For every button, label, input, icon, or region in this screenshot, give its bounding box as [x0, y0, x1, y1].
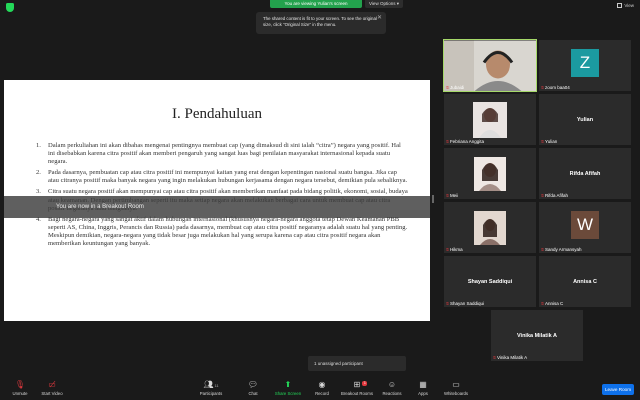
muted-mic-icon: ⦸ — [541, 139, 544, 144]
fit-screen-notice: The shared content is fit to your screen… — [256, 12, 386, 34]
participants-button[interactable]: 👥︎11 Participants — [191, 380, 231, 396]
participant-video — [474, 156, 506, 191]
participant-video — [474, 210, 506, 245]
participant-tile[interactable]: Shayan Saddiqui ⦸Shayan Saddiqui — [444, 256, 536, 307]
view-label: View — [624, 3, 634, 8]
muted-mic-icon: ⦸ — [446, 139, 449, 144]
grid-icon — [617, 3, 623, 9]
participant-name: ⦸Meii — [446, 193, 459, 198]
muted-mic-icon: ⦸ — [446, 301, 449, 306]
participant-name: ⦸Febriana Anggita — [446, 139, 484, 144]
whiteboards-icon: ▭ — [452, 380, 460, 389]
participant-tile[interactable]: Z ⦸zoom baa04 — [539, 40, 631, 91]
participant-video — [444, 40, 536, 91]
notice-text: The shared content is fit to your screen… — [263, 16, 377, 27]
record-icon: ◉ — [318, 380, 326, 389]
record-label: Record — [315, 391, 329, 396]
viewing-screen-indicator: You are viewing Yulian's screen — [270, 0, 362, 8]
chat-button[interactable]: 💬︎ Chat — [233, 380, 273, 396]
video-off-icon: ▭̸ — [48, 380, 56, 389]
participant-tile[interactable]: Annisa C ⦸Annisa C — [539, 256, 631, 307]
breakout-badge: 1 — [362, 381, 368, 386]
muted-mic-icon: ⦸ — [446, 193, 449, 198]
item-text: Dalam perkuliahan ini akan dibahas menge… — [48, 142, 401, 166]
item-number: 4. — [36, 215, 41, 223]
participant-tile[interactable]: Rifda Afifah ⦸Rifda Afifah — [539, 148, 631, 199]
panel-resize-handle[interactable] — [432, 195, 434, 203]
participants-label: Participants — [199, 391, 223, 396]
participants-icon: 👥︎11 — [203, 380, 219, 389]
avatar: Z — [571, 49, 599, 78]
participant-tile[interactable]: ⦸Jubaidi — [443, 39, 537, 92]
participant-name: ⦸Yulian — [541, 139, 558, 144]
start-video-label: Start Video — [41, 391, 63, 396]
participant-center-name: Yulian — [576, 116, 594, 123]
muted-mic-icon: ⦸ — [541, 193, 544, 198]
participant-name: ⦸Sandy Armansyah — [541, 247, 582, 252]
participant-tile[interactable]: Yulian ⦸Yulian — [539, 94, 631, 145]
unassigned-participant-notice[interactable]: 1 unassigned participant — [308, 356, 406, 371]
participant-center-name: Annisa C — [573, 278, 597, 285]
participants-count: 11 — [214, 383, 219, 388]
participant-tile[interactable]: W ⦸Sandy Armansyah — [539, 202, 631, 253]
whiteboards-label: Whiteboards — [443, 391, 469, 396]
participant-tile[interactable]: ⦸Hikma — [444, 202, 536, 253]
participant-name: ⦸Rifda Afifah — [541, 193, 568, 198]
slide-list-item: 4. Bagi negara-negara yang sangat aktif d… — [36, 216, 408, 248]
slide-title: I. Pendahuluan — [172, 106, 262, 122]
muted-mic-icon: ⦸ — [541, 85, 544, 90]
participant-name: ⦸zoom baa04 — [541, 85, 570, 90]
slide-list-item: 2. Pada dasarnya, pembuatan cap atau citr… — [36, 169, 408, 185]
muted-mic-icon: ⦸ — [541, 247, 544, 252]
breakout-rooms-button[interactable]: ⊞ 1 Breakout Rooms — [337, 380, 377, 396]
security-shield-icon[interactable] — [6, 3, 14, 12]
muted-mic-icon: ⦸ — [446, 85, 449, 90]
breakout-room-banner: You are now in a Breakout Room — [4, 196, 430, 218]
view-options-button[interactable]: View Options ▾ — [365, 0, 403, 8]
participant-tile[interactable]: ⦸Meii — [444, 148, 536, 199]
avatar: W — [571, 211, 599, 240]
participant-center-name: Vinika Milatik A — [516, 332, 558, 339]
view-button[interactable]: View — [617, 3, 634, 9]
participant-name: ⦸Shayan Saddiqui — [446, 301, 484, 306]
record-button[interactable]: ◉ Record — [302, 380, 342, 396]
start-video-button[interactable]: ▭̸ Start Video — [32, 380, 72, 396]
participant-name: ⦸Annisa C — [541, 301, 564, 306]
item-number: 1. — [36, 142, 41, 149]
item-text: Pada dasarnya, pembuatan cap atau citra … — [48, 169, 408, 185]
participant-tile[interactable]: Vinika Milatik A ⦸Vinika Milatik A — [491, 310, 583, 361]
participant-name: ⦸Jubaidi — [446, 85, 465, 90]
close-icon[interactable]: ✕ — [377, 15, 382, 21]
chat-icon: 💬︎ — [247, 380, 259, 389]
participant-tile[interactable]: ⦸Febriana Anggita — [444, 94, 536, 145]
whiteboards-button[interactable]: ▭ Whiteboards — [436, 380, 476, 396]
participant-center-name: Shayan Saddiqui — [467, 278, 513, 285]
participant-center-name: Rifda Afifah — [569, 170, 601, 177]
muted-mic-icon: ⦸ — [493, 355, 496, 360]
participant-name: ⦸Hikma — [446, 247, 463, 252]
breakout-rooms-icon: ⊞ 1 — [353, 380, 368, 389]
muted-mic-icon: ⦸ — [541, 301, 544, 306]
slide-list-item: 1. Dalam perkuliahan ini akan dibahas men… — [36, 142, 408, 166]
item-text: Bagi negara-negara yang sangat aktif dal… — [48, 215, 408, 248]
leave-room-button[interactable]: Leave Room — [602, 384, 634, 395]
breakout-rooms-label: Breakout Rooms — [340, 391, 373, 396]
item-number: 2. — [36, 169, 41, 177]
participant-video — [473, 101, 507, 138]
participant-name: ⦸Vinika Milatik A — [493, 355, 528, 360]
meeting-toolbar: 🎙︎ Unmute ▭̸ Start Video 👥︎11 Participan… — [0, 378, 640, 400]
muted-mic-icon: ⦸ — [446, 247, 449, 252]
chat-label: Chat — [248, 391, 258, 396]
